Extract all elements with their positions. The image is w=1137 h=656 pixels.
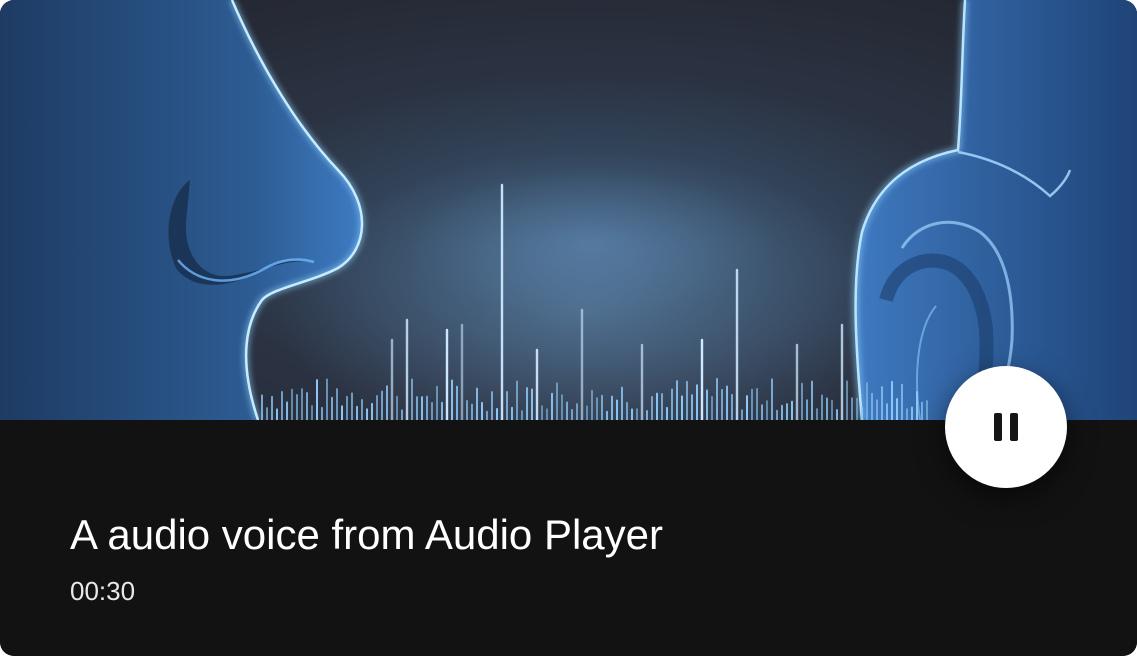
cover-artwork [0, 0, 1137, 420]
track-duration: 00:30 [70, 576, 136, 606]
audio-player-card: A audio voice from Audio Player 00:30 [0, 0, 1137, 656]
pause-icon [994, 413, 1018, 441]
ear-shape [852, 0, 1137, 420]
cover-illustration [0, 0, 1137, 420]
pause-button[interactable] [945, 366, 1067, 488]
track-title: A audio voice from Audio Player [70, 511, 664, 558]
